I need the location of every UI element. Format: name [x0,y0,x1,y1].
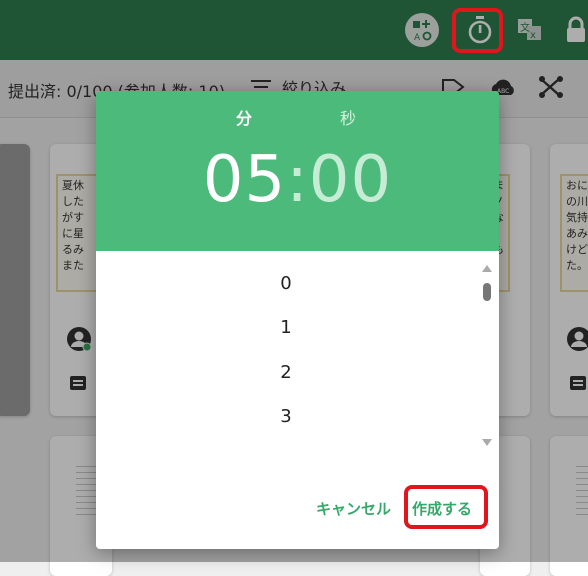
scroll-thumb [483,283,491,301]
highlight-box-timer [452,8,503,53]
list-scrollbar[interactable] [479,261,495,451]
minutes-tab[interactable]: 分 [236,105,252,129]
time-separator: : [286,143,309,217]
scroll-up-icon [482,265,492,272]
seconds-value[interactable]: 00 [309,143,392,217]
minute-option[interactable]: 1 [96,317,476,338]
cancel-button[interactable]: キャンセル [316,498,391,519]
minute-option[interactable]: 3 [96,406,476,427]
scroll-down-icon [482,439,492,446]
timer-dialog: 分 秒 05:00 0 1 2 3 キャンセル 作成する [96,91,499,549]
minute-option[interactable]: 2 [96,362,476,383]
seconds-tab[interactable]: 秒 [340,105,356,129]
minute-options-list[interactable]: 0 1 2 3 [96,251,476,451]
highlight-box-create [404,485,488,529]
minute-option[interactable]: 0 [96,273,476,294]
time-display: 05:00 [96,143,499,217]
minutes-value[interactable]: 05 [203,143,286,217]
timer-dialog-header: 分 秒 05:00 [96,91,499,251]
